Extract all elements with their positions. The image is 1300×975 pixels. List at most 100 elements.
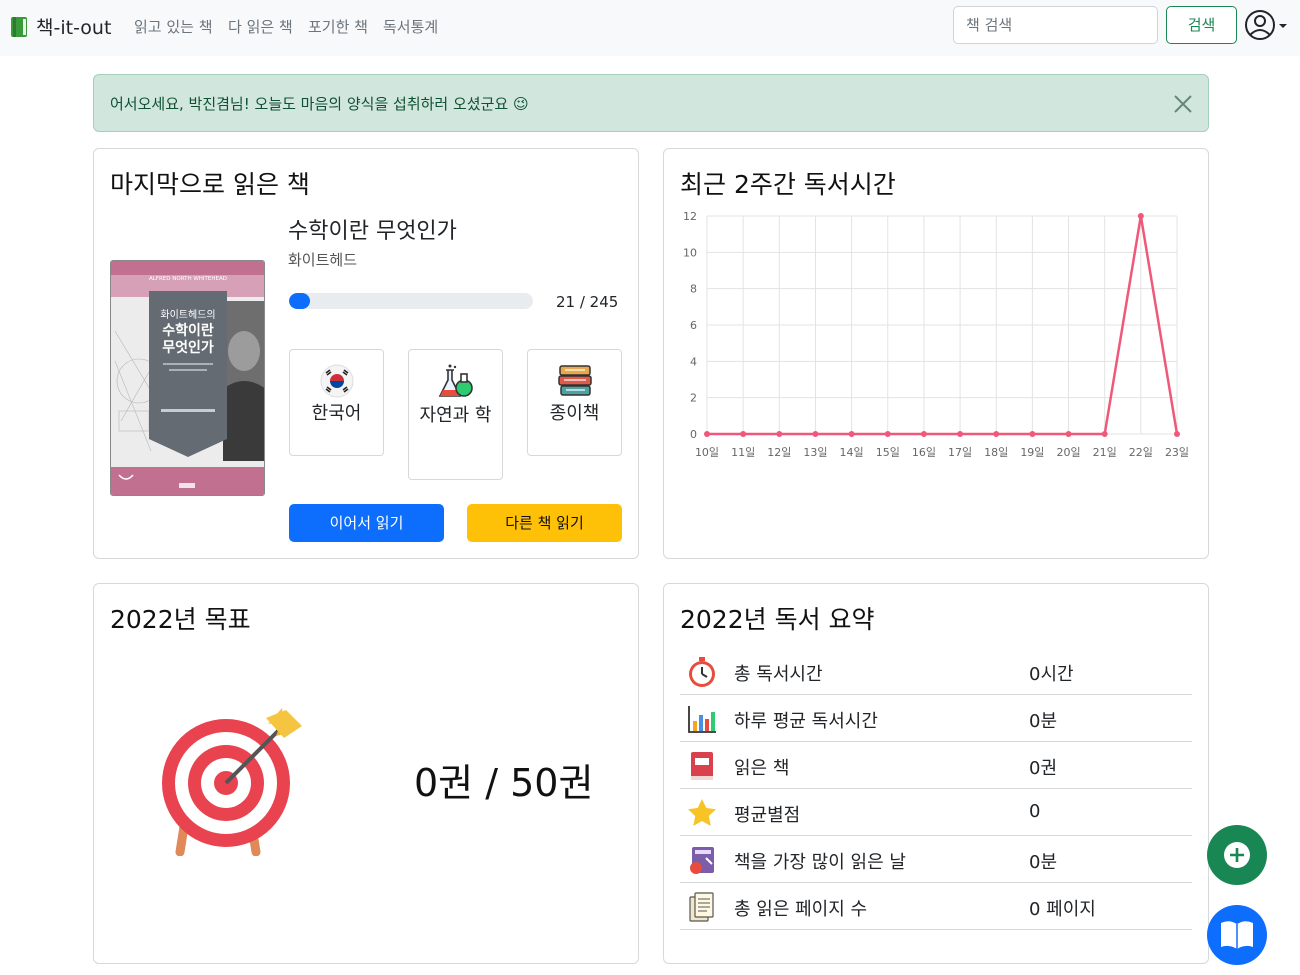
summary-label: 하루 평균 독서시간 — [734, 711, 878, 732]
welcome-alert: 어서오세요, 박진겸님! 오늘도 마음의 양식을 섭취하러 오셨군요 😉 — [93, 74, 1209, 132]
book-cover-image: ALFRED NORTH WHITEHEAD 화이트헤드의 수학이란 무엇인가 — [111, 261, 264, 495]
cover-line-3: 무엇인가 — [162, 339, 214, 356]
x-tick-label: 19일 — [1020, 445, 1044, 459]
y-tick-label: 6 — [690, 319, 697, 332]
y-tick-label: 10 — [683, 246, 697, 259]
reading-progress-bar — [289, 293, 533, 309]
summary-row: 하루 평균 독서시간 0분 — [680, 695, 1192, 742]
y-tick-label: 4 — [690, 355, 697, 368]
x-tick-label: 21일 — [1093, 445, 1117, 459]
format-box: 종이책 — [527, 349, 622, 456]
data-point — [740, 431, 747, 437]
summary-value: 0 페이지 — [1029, 899, 1096, 920]
flask-icon — [438, 364, 473, 397]
nav-finished[interactable]: 다 읽은 책 — [228, 16, 293, 37]
x-tick-label: 17일 — [948, 445, 972, 459]
summary-value: 0시간 — [1029, 664, 1074, 685]
category-box: 자연과 학 — [408, 349, 503, 480]
goal-progress-text: 0권 / 50권 — [414, 761, 594, 805]
data-point — [1174, 431, 1180, 437]
reading-time-card: 최근 2주간 독서시간 0 2 4 6 8 10 12 10일 11일 12일 13일 14일 15일 1… — [663, 148, 1209, 559]
navbar: 책-it-out 읽고 있는 책 다 읽은 책 포기한 책 독서통계 책 검색 … — [0, 0, 1300, 56]
open-book-icon — [1207, 921, 1267, 969]
book-cover[interactable]: ALFRED NORTH WHITEHEAD 화이트헤드의 수학이란 무엇인가 — [110, 260, 265, 496]
cover-line-1: 화이트헤드의 — [160, 309, 215, 321]
data-point — [1137, 213, 1144, 219]
brand-link[interactable]: 책-it-out — [10, 13, 111, 40]
close-icon[interactable] — [1172, 93, 1194, 115]
welcome-message: 어서오세요, 박진겸님! 오늘도 마음의 양식을 섭취하러 오셨군요 😉 — [110, 95, 529, 113]
summary-value: 0분 — [1029, 852, 1058, 873]
reading-progress-text: 21 / 245 — [556, 293, 619, 311]
book-title: 수학이란 무엇인가 — [288, 219, 457, 244]
summary-row: 총 읽은 페이지 수 0 페이지 — [680, 883, 1192, 930]
reading-time-chart: 0 2 4 6 8 10 12 10일 11일 12일 13일 14일 15일 16일 17일 18일 19일 2… — [683, 210, 1189, 459]
search-button[interactable]: 검색 — [1166, 6, 1237, 44]
y-tick-label: 0 — [690, 428, 697, 441]
cover-author-en: ALFRED NORTH WHITEHEAD — [149, 276, 227, 282]
summary-row: 총 독서시간 0시간 — [680, 648, 1192, 695]
stopwatch-icon — [686, 656, 718, 688]
nav-abandoned[interactable]: 포기한 책 — [308, 16, 368, 37]
summary-row: 읽은 책 0권 — [680, 742, 1192, 789]
data-point — [884, 431, 891, 437]
data-point — [812, 431, 819, 437]
cover-line-2: 수학이란 — [162, 322, 214, 339]
summary-value: 0 — [1029, 801, 1041, 822]
brand-text: 책-it-out — [36, 17, 112, 39]
data-point — [1101, 431, 1108, 437]
nav-reading[interactable]: 읽고 있는 책 — [134, 16, 213, 37]
x-tick-label: 20일 — [1056, 445, 1080, 459]
summary-label: 평균별점 — [734, 805, 801, 826]
book-author: 화이트헤드 — [288, 251, 358, 269]
add-book-button[interactable] — [1207, 825, 1267, 885]
summary-row: 평균별점 0 — [680, 789, 1192, 836]
read-other-book-button[interactable]: 다른 책 읽기 — [467, 504, 622, 542]
x-tick-label: 23일 — [1165, 445, 1189, 459]
green-book-icon — [10, 16, 28, 38]
data-point — [920, 431, 927, 437]
data-point — [704, 431, 710, 437]
x-tick-label: 11일 — [731, 445, 755, 459]
nav-statistics[interactable]: 독서통계 — [383, 16, 438, 37]
summary-value: 0권 — [1029, 758, 1058, 779]
x-tick-label: 15일 — [876, 445, 900, 459]
language-box: 한국어 — [289, 349, 384, 456]
goal-heading: 2022년 목표 — [110, 605, 251, 634]
x-tick-label: 18일 — [984, 445, 1008, 459]
data-point — [776, 431, 783, 437]
open-book-button[interactable] — [1207, 905, 1267, 965]
summary-row: 책을 가장 많이 읽은 날 0분 — [680, 836, 1192, 883]
user-menu[interactable] — [1244, 9, 1288, 41]
korea-flag-icon — [320, 364, 353, 398]
summary-heading: 2022년 독서 요약 — [680, 605, 875, 634]
summary-label: 읽은 책 — [734, 758, 790, 779]
bar-chart-icon — [686, 703, 718, 735]
x-tick-label: 12일 — [767, 445, 791, 459]
last-book-card: 마지막으로 읽은 책 ALFRED NORTH WHITEHEAD 화이트헤드의… — [93, 148, 639, 559]
x-tick-label: 10일 — [695, 445, 719, 459]
search-input[interactable]: 책 검색 — [953, 6, 1158, 44]
pages-icon — [686, 891, 718, 923]
category-label: 자연과 학 — [419, 405, 492, 426]
user-circle-icon — [1244, 10, 1288, 45]
summary-label: 책을 가장 많이 읽은 날 — [734, 852, 906, 873]
data-point — [993, 431, 1000, 437]
target-icon — [158, 704, 308, 860]
summary-label: 총 독서시간 — [734, 664, 823, 685]
reading-progress-fill — [289, 293, 310, 309]
star-icon — [686, 797, 718, 829]
calendar-book-icon — [686, 844, 718, 876]
continue-reading-button[interactable]: 이어서 읽기 — [289, 504, 444, 542]
language-label: 한국어 — [311, 403, 362, 424]
format-label: 종이책 — [549, 403, 600, 424]
summary-value: 0분 — [1029, 711, 1058, 732]
y-tick-label: 8 — [690, 283, 697, 296]
last-book-heading: 마지막으로 읽은 책 — [110, 170, 310, 199]
goal-card: 2022년 목표 0권 / 50권 — [93, 583, 639, 964]
summary-card: 2022년 독서 요약 총 독서시간 0시간 하루 평균 독서시간 0분 읽은 … — [663, 583, 1209, 964]
plus-icon — [1207, 842, 1267, 889]
data-point — [1065, 431, 1072, 437]
data-point — [848, 431, 855, 437]
data-point — [1029, 431, 1036, 437]
